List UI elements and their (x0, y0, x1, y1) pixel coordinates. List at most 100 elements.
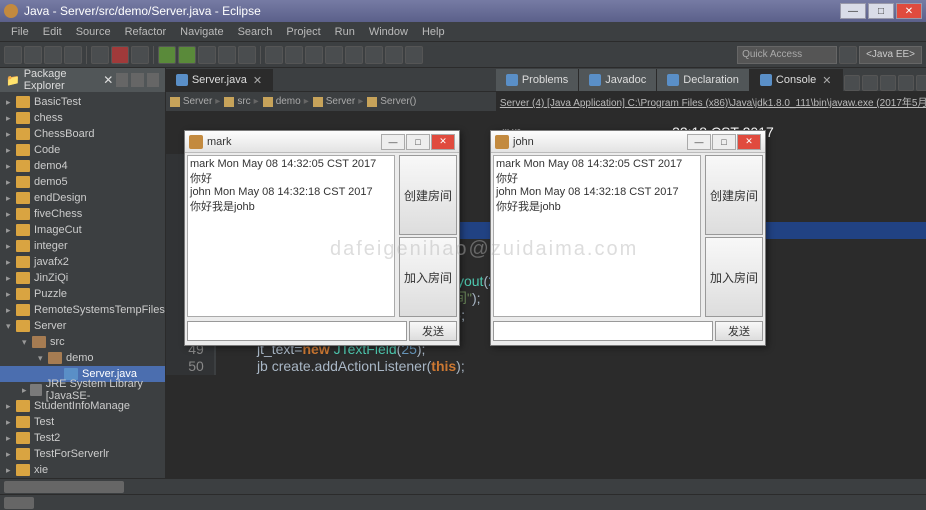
menu-item[interactable]: Navigate (173, 26, 230, 38)
close-button[interactable]: ✕ (896, 3, 922, 19)
open-perspective-button[interactable] (839, 46, 857, 64)
tree-item[interactable]: ▸JRE System Library [JavaSE- (0, 382, 165, 398)
tree-item[interactable]: ▸chess (0, 110, 165, 126)
toolbar-button[interactable] (325, 46, 343, 64)
console-toolbar-button[interactable] (898, 75, 914, 91)
menu-item[interactable]: Search (231, 26, 280, 38)
breadcrumb-item[interactable]: src ▸ (224, 96, 258, 107)
chat-titlebar[interactable]: john—□✕ (491, 131, 765, 153)
toolbar-button[interactable] (405, 46, 423, 64)
view-tab[interactable]: Javadoc (579, 69, 657, 91)
maximize-button[interactable]: □ (712, 134, 736, 150)
toolbar-button[interactable] (238, 46, 256, 64)
menu-item[interactable]: Refactor (118, 26, 174, 38)
send-button[interactable]: 发送 (715, 321, 763, 341)
minimize-button[interactable]: — (381, 134, 405, 150)
console-toolbar-button[interactable] (844, 75, 860, 91)
tree-item[interactable]: ▸ChessBoard (0, 126, 165, 142)
link-editor-icon[interactable] (116, 73, 128, 87)
menu-item[interactable]: Window (362, 26, 415, 38)
create-room-button[interactable]: 创建房间 (705, 155, 763, 235)
toolbar-button[interactable] (305, 46, 323, 64)
tree-item[interactable]: ▸TestForServerlr (0, 446, 165, 462)
toolbar-button[interactable] (265, 46, 283, 64)
chat-input[interactable] (493, 321, 713, 341)
menu-item[interactable]: File (4, 26, 36, 38)
tree-item[interactable]: ▾Server (0, 318, 165, 334)
debug-button[interactable] (178, 46, 196, 64)
tree-item[interactable]: ▸endDesign (0, 190, 165, 206)
minimize-button[interactable]: — (840, 3, 866, 19)
collapse-all-icon[interactable] (131, 73, 143, 87)
tree-item[interactable]: ▸Code (0, 142, 165, 158)
quick-access-input[interactable]: Quick Access (737, 46, 837, 64)
tree-item[interactable]: ▾src (0, 334, 165, 350)
minimize-button[interactable]: — (687, 134, 711, 150)
join-room-button[interactable]: 加入房间 (399, 237, 457, 317)
project-tree[interactable]: ▸BasicTest▸chess▸ChessBoard▸Code▸demo4▸d… (0, 92, 165, 478)
toolbar-button[interactable] (44, 46, 62, 64)
tree-item[interactable]: ▸Test2 (0, 430, 165, 446)
view-tab[interactable]: Declaration (657, 69, 750, 91)
console-toolbar-button[interactable] (880, 75, 896, 91)
menu-item[interactable]: Edit (36, 26, 69, 38)
tree-item[interactable]: ▸demo4 (0, 158, 165, 174)
tree-item[interactable]: ▸xie (0, 462, 165, 478)
console-toolbar-button[interactable] (862, 75, 878, 91)
tree-item[interactable]: ▸integer (0, 238, 165, 254)
join-room-button[interactable]: 加入房间 (705, 237, 763, 317)
tree-item[interactable]: ▸fiveChess (0, 206, 165, 222)
close-button[interactable]: ✕ (737, 134, 761, 150)
chat-input[interactable] (187, 321, 407, 341)
perspective-switcher[interactable]: <Java EE> (859, 46, 922, 64)
tree-item[interactable]: ▸Puzzle (0, 286, 165, 302)
editor-tab[interactable]: Server.java ✕ (166, 69, 273, 91)
tree-item[interactable]: ▸JinZiQi (0, 270, 165, 286)
console-toolbar-button[interactable] (916, 75, 926, 91)
breadcrumb-item[interactable]: Server() (367, 96, 416, 107)
close-tab-icon[interactable]: ✕ (822, 74, 831, 87)
breadcrumb-item[interactable]: demo ▸ (263, 96, 309, 107)
breadcrumb-item[interactable]: Server ▸ (313, 96, 363, 107)
toolbar-button[interactable] (64, 46, 82, 64)
run-button[interactable] (158, 46, 176, 64)
chat-titlebar[interactable]: mark—□✕ (185, 131, 459, 153)
breadcrumb-item[interactable]: Server ▸ (170, 96, 220, 107)
tree-item[interactable]: ▾demo (0, 350, 165, 366)
tree-item[interactable]: ▸RemoteSystemsTempFiles (0, 302, 165, 318)
view-menu-icon[interactable] (147, 73, 159, 87)
create-room-button[interactable]: 创建房间 (399, 155, 457, 235)
toolbar-button[interactable] (285, 46, 303, 64)
tree-item[interactable]: ▸Test (0, 414, 165, 430)
toolbar-button[interactable] (365, 46, 383, 64)
toolbar-button[interactable] (131, 46, 149, 64)
toolbar-button[interactable] (91, 46, 109, 64)
toolbar-button[interactable] (385, 46, 403, 64)
view-tab[interactable]: Problems (496, 69, 579, 91)
close-tab-icon[interactable]: ✕ (253, 74, 262, 87)
menu-item[interactable]: Project (279, 26, 327, 38)
toolbar-button[interactable] (345, 46, 363, 64)
toolbar-button[interactable] (198, 46, 216, 64)
menu-item[interactable]: Source (69, 26, 118, 38)
breadcrumb-bar[interactable]: Server ▸ src ▸ demo ▸ Server ▸ Server() (166, 92, 496, 112)
menu-item[interactable]: Run (328, 26, 362, 38)
folder-icon: 📁 (6, 74, 20, 87)
toolbar-button[interactable] (218, 46, 236, 64)
close-view-icon[interactable]: ✕ (103, 73, 113, 87)
stop-button[interactable] (111, 46, 129, 64)
menu-item[interactable]: Help (415, 26, 452, 38)
send-button[interactable]: 发送 (409, 321, 457, 341)
toolbar-button[interactable] (4, 46, 22, 64)
maximize-button[interactable]: □ (406, 134, 430, 150)
tree-item[interactable]: ▸javafx2 (0, 254, 165, 270)
view-tab[interactable]: Console✕ (750, 69, 843, 91)
maximize-button[interactable]: □ (868, 3, 894, 19)
tree-item[interactable]: ▸ImageCut (0, 222, 165, 238)
toolbar-button[interactable] (24, 46, 42, 64)
code-line[interactable]: jb create.addActionListener(this); (216, 358, 465, 375)
tree-item[interactable]: ▸demo5 (0, 174, 165, 190)
close-button[interactable]: ✕ (431, 134, 455, 150)
tree-item[interactable]: ▸BasicTest (0, 94, 165, 110)
horizontal-scrollbar[interactable] (0, 478, 926, 494)
